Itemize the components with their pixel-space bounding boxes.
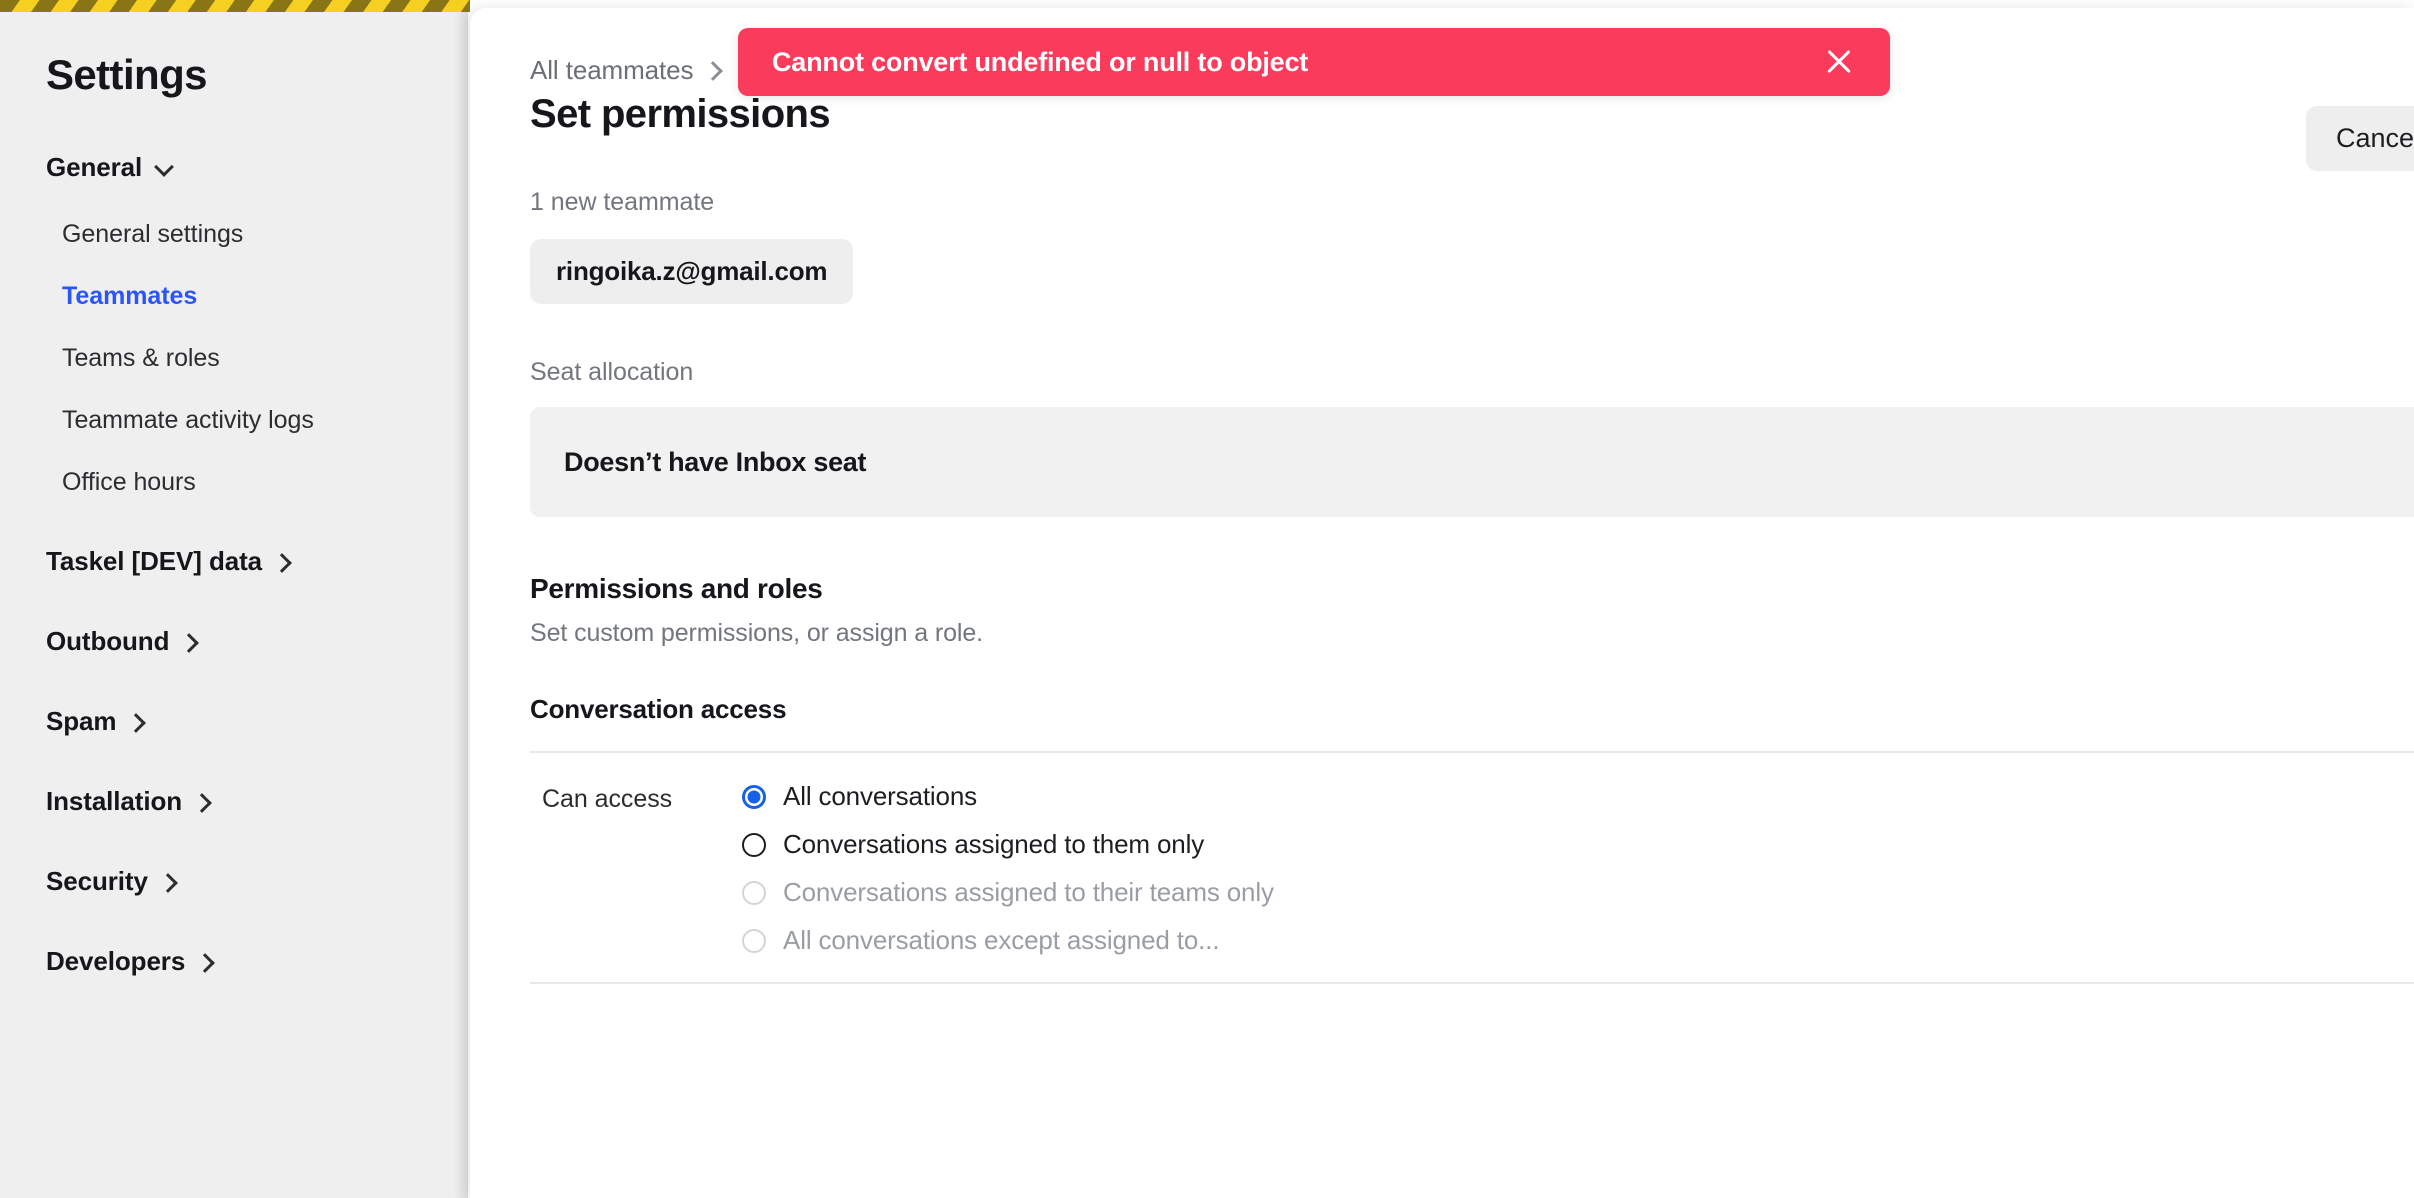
settings-sidebar: Settings General General settings Teamma… <box>0 8 468 1198</box>
sidebar-group-security[interactable]: Security <box>0 864 468 898</box>
conversation-access-subtitle: Conversation access <box>530 694 787 724</box>
radio-label-all-except-assigned-to: All conversations except assigned to... <box>783 925 1220 955</box>
seat-allocation-box[interactable]: Doesn’t have Inbox seat <box>530 407 2414 517</box>
radio-label-assigned-to-their-teams-only: Conversations assigned to their teams on… <box>783 877 1274 907</box>
sidebar-group-security-label: Security <box>46 865 148 896</box>
chevron-right-icon <box>198 953 215 970</box>
error-toast-message: Cannot convert undefined or null to obje… <box>772 46 1309 77</box>
sidebar-title: Settings <box>46 51 207 98</box>
radio-option-all-conversations[interactable]: All conversations <box>742 781 1274 812</box>
error-toast: Cannot convert undefined or null to obje… <box>738 28 1890 96</box>
teammate-email-chip[interactable]: ringoika.z@gmail.com <box>530 239 854 304</box>
can-access-radio-group: All conversations Conversations assigned… <box>742 781 1274 956</box>
chevron-right-icon <box>129 713 146 730</box>
radio-option-assigned-to-them-only[interactable]: Conversations assigned to them only <box>742 829 1274 860</box>
chevron-right-icon <box>195 793 212 810</box>
radio-option-assigned-to-their-teams-only: Conversations assigned to their teams on… <box>742 877 1274 908</box>
settings-page: Settings General General settings Teamma… <box>0 0 2414 1198</box>
seat-allocation-value: Doesn’t have Inbox seat <box>564 446 867 477</box>
sidebar-group-installation-label: Installation <box>46 785 183 816</box>
sidebar-group-installation[interactable]: Installation <box>0 784 468 818</box>
divider-below-can-access <box>530 982 2414 984</box>
radio-label-all-conversations: All conversations <box>783 781 977 811</box>
chevron-right-icon <box>275 553 292 570</box>
seat-allocation-label: Seat allocation <box>530 358 694 386</box>
sidebar-group-taskel-dev-data[interactable]: Taskel [DEV] data <box>0 544 468 578</box>
chevron-down-icon <box>155 159 172 176</box>
can-access-label: Can access <box>542 785 673 813</box>
radio-label-assigned-to-them-only: Conversations assigned to them only <box>783 829 1205 859</box>
radio-option-all-except-assigned-to: All conversations except assigned to... <box>742 925 1274 956</box>
radio-indicator-unselected[interactable] <box>742 832 766 857</box>
sidebar-group-taskel-dev-data-label: Taskel [DEV] data <box>46 545 262 576</box>
sidebar-group-outbound[interactable]: Outbound <box>0 624 468 658</box>
sidebar-item-office-hours[interactable]: Office hours <box>0 466 468 498</box>
sidebar-group-spam[interactable]: Spam <box>0 704 468 738</box>
new-teammate-count-label: 1 new teammate <box>530 188 715 216</box>
sidebar-group-general-label: General <box>46 151 143 182</box>
chevron-right-icon <box>161 873 178 890</box>
sidebar-group-developers-label: Developers <box>46 945 186 976</box>
sidebar-group-general[interactable]: General <box>0 150 468 184</box>
permission-row-can-access: Can access All conversations Conversatio… <box>470 781 2414 956</box>
chevron-right-icon <box>182 633 199 650</box>
sidebar-group-spam-label: Spam <box>46 705 117 736</box>
sidebar-group-outbound-label: Outbound <box>46 625 170 656</box>
permissions-section-title: Permissions and roles <box>530 573 823 604</box>
close-icon[interactable] <box>1820 43 1858 81</box>
breadcrumb-all-teammates[interactable]: All teammates <box>530 55 694 86</box>
main-content-panel: All teammates Set permissions 1 new team… <box>470 8 2414 1198</box>
caution-stripe-band <box>0 0 470 12</box>
chevron-right-icon <box>706 63 721 78</box>
radio-indicator-disabled <box>742 880 766 905</box>
radio-indicator-disabled <box>742 928 766 953</box>
sidebar-group-developers[interactable]: Developers <box>0 944 468 978</box>
cancel-button[interactable]: Cancel <box>2305 106 2414 171</box>
permissions-section-subtitle: Set custom permissions, or assign a role… <box>530 619 984 647</box>
sidebar-item-teammate-activity-logs[interactable]: Teammate activity logs <box>0 404 468 436</box>
sidebar-item-general-settings[interactable]: General settings <box>0 218 468 250</box>
radio-indicator-selected[interactable] <box>742 784 766 809</box>
sidebar-item-teammates[interactable]: Teammates <box>0 280 468 312</box>
divider-above-can-access <box>530 751 2414 753</box>
sidebar-item-teams-roles[interactable]: Teams & roles <box>0 342 468 374</box>
